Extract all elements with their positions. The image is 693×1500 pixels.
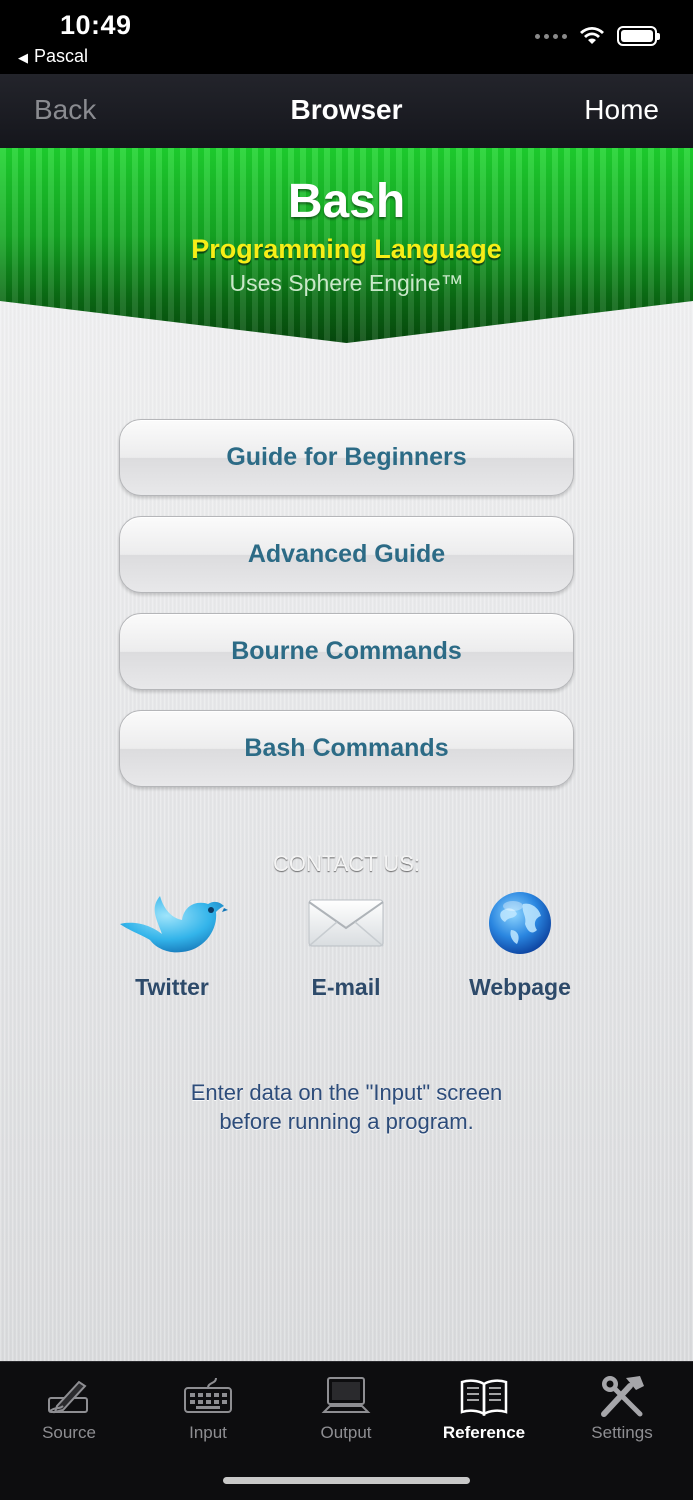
wifi-icon bbox=[580, 27, 604, 44]
back-to-app-link[interactable]: ◀ Pascal bbox=[18, 46, 88, 67]
main-content: Bash Programming Language Uses Sphere En… bbox=[0, 148, 693, 1361]
language-title: Bash bbox=[287, 175, 406, 228]
twitter-label: Twitter bbox=[135, 974, 209, 1000]
contact-heading: CONTACT US: bbox=[272, 851, 421, 876]
webpage-label: Webpage bbox=[469, 974, 571, 1000]
tab-input[interactable]: Input bbox=[139, 1372, 277, 1443]
tab-output[interactable]: Output bbox=[277, 1372, 415, 1443]
input-hint-line-2: before running a program. bbox=[219, 1109, 474, 1134]
tab-source[interactable]: Source bbox=[0, 1372, 138, 1443]
battery-icon bbox=[617, 26, 660, 46]
home-indicator bbox=[223, 1477, 470, 1484]
input-hint-line-1: Enter data on the "Input" screen bbox=[190, 1080, 503, 1105]
webpage-link[interactable]: Webpage bbox=[440, 888, 600, 1001]
status-icons bbox=[535, 26, 660, 46]
tab-settings[interactable]: Settings bbox=[553, 1372, 691, 1443]
navigation-bar: Back Browser Home bbox=[0, 74, 693, 148]
back-app-label: Pascal bbox=[34, 46, 89, 66]
engine-credit: Uses Sphere Engine™ bbox=[229, 270, 464, 296]
bash-commands-button[interactable]: Bash Commands bbox=[119, 710, 574, 787]
email-link[interactable]: E-mail bbox=[266, 888, 426, 1001]
monitor-icon bbox=[277, 1372, 415, 1420]
envelope-icon bbox=[266, 888, 426, 958]
tab-settings-label: Settings bbox=[591, 1423, 653, 1442]
home-button[interactable]: Home bbox=[584, 94, 659, 126]
guide-for-beginners-button[interactable]: Guide for Beginners bbox=[119, 419, 574, 496]
email-label: E-mail bbox=[311, 974, 381, 1000]
status-time: 10:49 bbox=[60, 10, 132, 40]
tab-reference[interactable]: Reference bbox=[415, 1372, 553, 1443]
book-icon bbox=[415, 1372, 553, 1420]
input-hint: Enter data on the "Input" screen before … bbox=[0, 1078, 693, 1136]
tab-output-label: Output bbox=[320, 1423, 372, 1442]
twitter-bird-icon bbox=[92, 888, 252, 958]
pen-icon bbox=[0, 1372, 138, 1420]
tools-icon bbox=[553, 1372, 691, 1420]
back-triangle-icon: ◀ bbox=[18, 50, 28, 65]
globe-icon bbox=[440, 888, 600, 958]
language-subtitle: Programming Language bbox=[191, 234, 502, 264]
status-bar: 10:49 ◀ Pascal bbox=[0, 0, 693, 74]
advanced-guide-button[interactable]: Advanced Guide bbox=[119, 516, 574, 593]
signal-dots-icon bbox=[535, 33, 567, 39]
bourne-commands-button[interactable]: Bourne Commands bbox=[119, 613, 574, 690]
tab-reference-label: Reference bbox=[442, 1423, 526, 1442]
tab-input-label: Input bbox=[189, 1423, 227, 1442]
tab-source-label: Source bbox=[42, 1423, 96, 1442]
keyboard-icon bbox=[139, 1372, 277, 1420]
twitter-link[interactable]: Twitter bbox=[92, 888, 252, 1001]
